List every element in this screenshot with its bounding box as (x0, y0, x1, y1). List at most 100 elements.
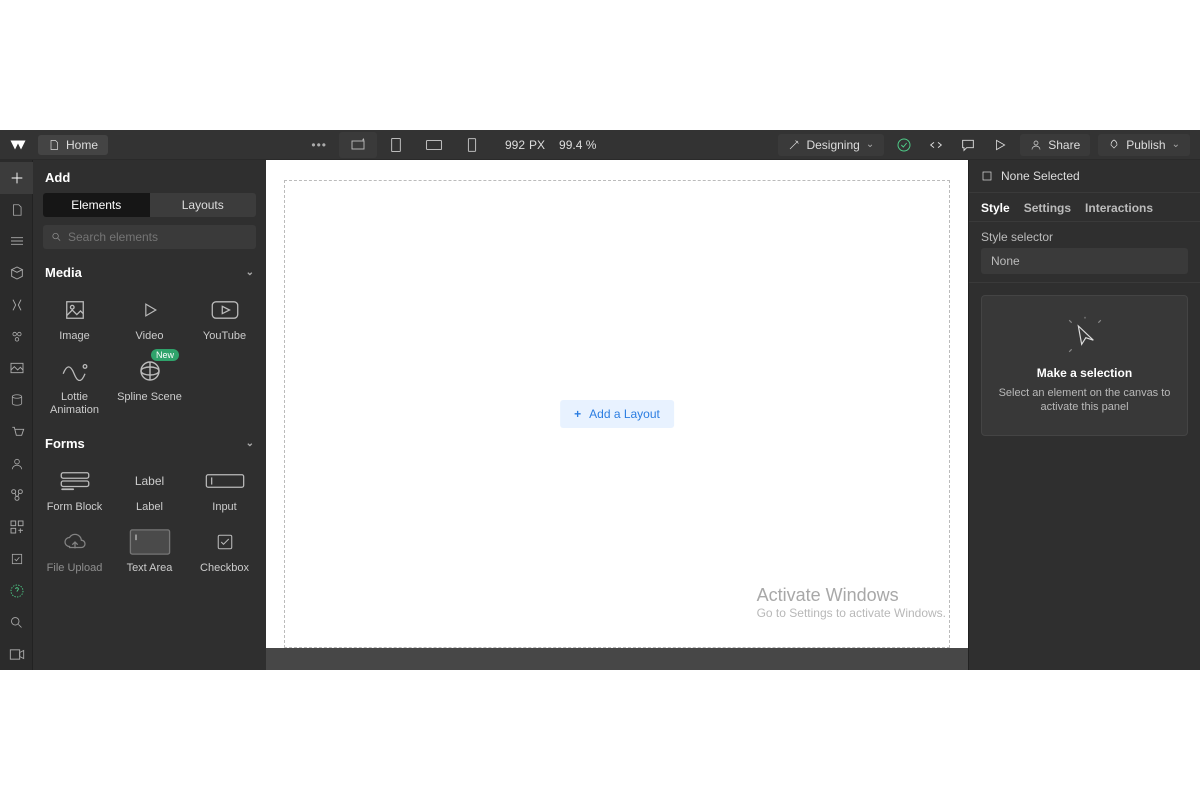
toolbar-center: 992 PX 99.4 % (339, 132, 778, 158)
element-video-label: Video (136, 330, 164, 343)
right-panel: None Selected Style Settings Interaction… (968, 160, 1200, 670)
tablet-landscape-button[interactable] (415, 132, 453, 158)
make-selection-title: Make a selection (994, 366, 1175, 380)
topbar: Home ••• 992 PX 99.4 % (0, 130, 1200, 160)
element-spline[interactable]: New Spline Scene (112, 351, 187, 419)
comment-icon[interactable] (956, 133, 980, 157)
rp-tab-settings[interactable]: Settings (1024, 201, 1071, 215)
desktop-star-icon (350, 138, 366, 152)
rail-add-icon[interactable] (0, 162, 33, 194)
chevron-down-icon: ⌄ (246, 267, 254, 278)
element-fileupload-label: File Upload (47, 562, 103, 575)
section-forms-header[interactable]: Forms ⌄ (33, 430, 266, 457)
element-file-upload[interactable]: File Upload (37, 522, 112, 577)
rail-help-icon[interactable] (0, 575, 33, 607)
checkbox-icon (216, 533, 234, 551)
panel-title: Add (33, 160, 266, 193)
element-youtube[interactable]: YouTube (187, 290, 262, 345)
element-input[interactable]: Input (187, 461, 262, 516)
form-block-icon (59, 470, 91, 492)
element-image-label: Image (59, 330, 90, 343)
search-icon (51, 231, 62, 243)
style-selector-label: Style selector (981, 230, 1188, 244)
globe-icon (138, 359, 162, 383)
panel-tabs: Elements Layouts (43, 193, 256, 217)
canvas-px-unit: PX (529, 138, 545, 152)
make-selection-card: Make a selection Select an element on th… (981, 295, 1188, 436)
play-icon (140, 300, 160, 320)
rail-users-icon[interactable] (0, 448, 33, 480)
plus-icon: + (574, 407, 581, 421)
webflow-logo-icon[interactable] (5, 132, 30, 157)
status-ok-icon[interactable] (892, 133, 916, 157)
search-input[interactable] (68, 230, 248, 244)
rail-cms-icon[interactable] (0, 384, 33, 416)
preview-play-icon[interactable] (988, 133, 1012, 157)
canvas-width: 992 (505, 138, 525, 152)
rail-assets-icon[interactable] (0, 353, 33, 385)
element-form-block[interactable]: Form Block (37, 461, 112, 516)
share-button[interactable]: Share (1020, 134, 1090, 156)
rail-audit-icon[interactable] (0, 543, 33, 575)
tablet-device-button[interactable] (377, 132, 415, 158)
element-lottie[interactable]: Lottie Animation (37, 351, 112, 419)
more-menu-icon[interactable]: ••• (311, 138, 327, 152)
element-lottie-label: Lottie Animation (39, 391, 110, 417)
rail-logic-icon[interactable] (0, 480, 33, 512)
element-checkbox[interactable]: Checkbox (187, 522, 262, 577)
code-icon[interactable] (924, 133, 948, 157)
publish-label: Publish (1126, 138, 1165, 152)
new-badge: New (151, 349, 179, 361)
right-panel-tabs: Style Settings Interactions (969, 193, 1200, 222)
main-area: Add Elements Layouts Media ⌄ Image (0, 160, 1200, 670)
rail-video-icon[interactable] (0, 638, 33, 670)
page-home-chip[interactable]: Home (38, 135, 108, 155)
section-media-label: Media (45, 265, 82, 280)
rail-ecommerce-icon[interactable] (0, 416, 33, 448)
chevron-down-icon: ⌄ (1172, 139, 1180, 150)
design-canvas[interactable]: + Add a Layout Activate Windows Go to Se… (266, 160, 968, 648)
textarea-icon (128, 528, 172, 556)
rail-pages-icon[interactable] (0, 194, 33, 226)
rp-tab-interactions[interactable]: Interactions (1085, 201, 1153, 215)
add-layout-button[interactable]: + Add a Layout (560, 400, 674, 428)
topbar-right: Designing ⌄ Share Publish ⌄ (778, 133, 1200, 157)
section-media-header[interactable]: Media ⌄ (33, 259, 266, 286)
desktop-device-button[interactable] (339, 132, 377, 158)
canvas-size-readout: 992 PX 99.4 % (505, 138, 596, 152)
input-icon (203, 473, 247, 489)
cursor-icon (1065, 316, 1105, 356)
style-selector-value[interactable]: None (981, 248, 1188, 274)
page-icon (48, 139, 60, 151)
element-youtube-label: YouTube (203, 330, 246, 343)
element-textarea-label: Text Area (127, 562, 173, 575)
rail-search-icon[interactable] (0, 607, 33, 639)
element-textarea[interactable]: Text Area (112, 522, 187, 577)
selection-indicator: None Selected (969, 160, 1200, 193)
chevron-down-icon: ⌄ (246, 438, 254, 449)
rail-styles-icon[interactable] (0, 321, 33, 353)
left-rail (0, 160, 33, 670)
mobile-device-button[interactable] (453, 132, 491, 158)
tablet-icon (390, 137, 402, 153)
wand-icon (788, 139, 800, 151)
mobile-icon (467, 137, 477, 153)
publish-button[interactable]: Publish ⌄ (1098, 134, 1190, 156)
element-label[interactable]: Label Label (112, 461, 187, 516)
designing-mode-button[interactable]: Designing ⌄ (778, 134, 884, 156)
tablet-landscape-icon (425, 139, 443, 151)
add-panel: Add Elements Layouts Media ⌄ Image (33, 160, 266, 670)
element-video[interactable]: Video (112, 290, 187, 345)
rail-components-icon[interactable] (0, 257, 33, 289)
tab-elements[interactable]: Elements (43, 193, 150, 217)
element-image[interactable]: Image (37, 290, 112, 345)
tab-layouts[interactable]: Layouts (150, 193, 257, 217)
rail-navigator-icon[interactable] (0, 226, 33, 258)
canvas-zoom: 99.4 % (559, 138, 596, 152)
search-elements[interactable] (43, 225, 256, 249)
rail-apps-icon[interactable] (0, 511, 33, 543)
rail-variables-icon[interactable] (0, 289, 33, 321)
rp-tab-style[interactable]: Style (981, 201, 1010, 215)
cloud-upload-icon (63, 532, 87, 552)
element-label-label: Label (136, 501, 163, 514)
